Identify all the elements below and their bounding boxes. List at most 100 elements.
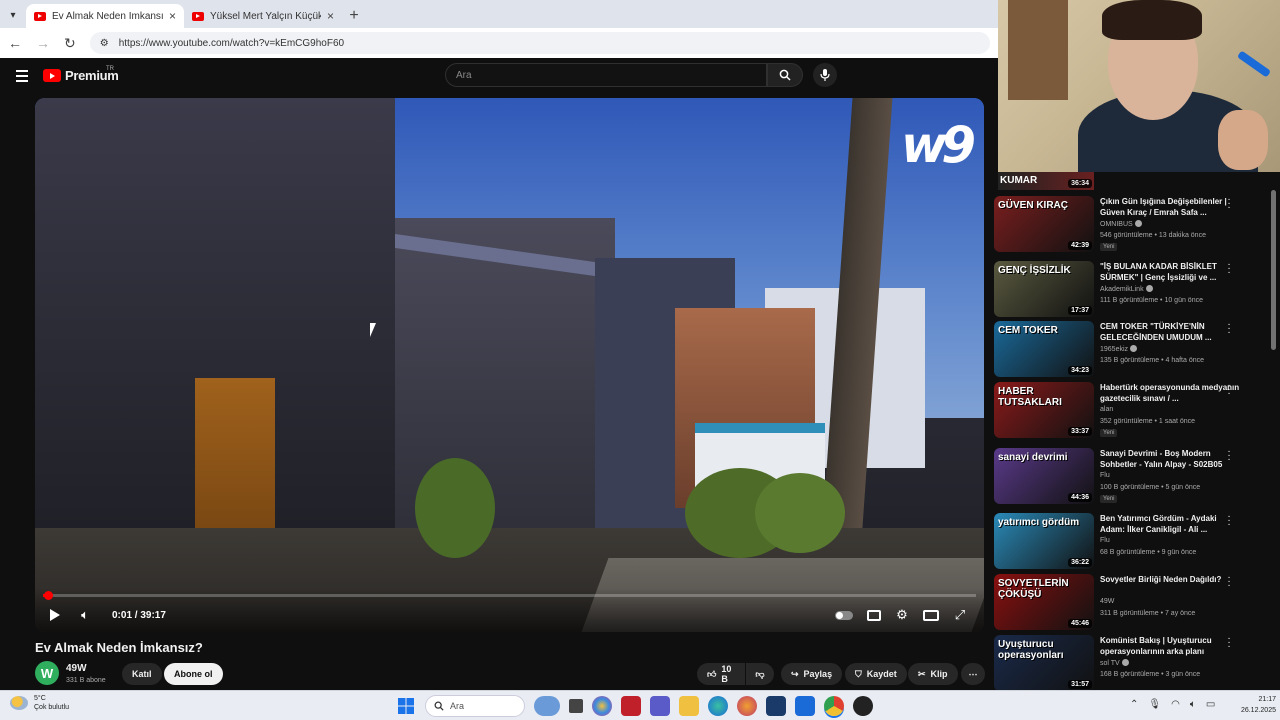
chrome-icon[interactable]	[824, 696, 844, 716]
recommendation-thumbnail[interactable]: GENÇ İŞSİZLİK 17:37	[994, 261, 1094, 317]
taskbar-search[interactable]: Ara	[425, 695, 525, 717]
thumbnail-text: KUMAR	[1000, 175, 1038, 186]
url-field[interactable]: ⚙ https://www.youtube.com/watch?v=kEmCG9…	[89, 32, 990, 54]
like-button[interactable]: 👍︎ 10 B	[697, 663, 745, 685]
copilot-icon[interactable]	[592, 696, 612, 716]
recommendation-item[interactable]: CEM TOKER 34:23 CEM TOKER "TÜRKİYE'NİN GEL…	[994, 320, 1276, 381]
share-button[interactable]: ↪ Paylaş	[781, 663, 843, 685]
recommendation-channel[interactable]: alan	[1100, 406, 1113, 413]
new-tab-button[interactable]: +	[342, 7, 366, 28]
menu-icon[interactable]	[16, 70, 28, 85]
chevron-up-icon[interactable]: ⌃	[1130, 699, 1138, 710]
sidebar-scrollbar[interactable]	[1271, 190, 1276, 350]
clip-button[interactable]: ✂ Klip	[908, 663, 958, 685]
recommendation-thumbnail[interactable]: GÜVEN KIRAÇ 42:39	[994, 196, 1094, 252]
recommendation-channel[interactable]: Flu	[1100, 537, 1110, 544]
recommendation-title[interactable]: Habertürk operasyonunda medyanın gazetec…	[1100, 382, 1240, 404]
recommendation-title[interactable]: Sanayi Devrimi - Boş Modern Sohbetler - …	[1100, 448, 1240, 470]
save-button[interactable]: ⛉ Kaydet	[845, 663, 907, 685]
recommendation-title[interactable]: Komünist Bakış | Uyuşturucu operasyonlar…	[1100, 635, 1240, 657]
recommendation-title[interactable]: CEM TOKER "TÜRKİYE'NİN GELECEĞİNDEN UMUD…	[1100, 321, 1240, 343]
channel-name[interactable]: 49W	[66, 663, 87, 674]
search-input[interactable]: Ara	[445, 63, 767, 87]
theater-mode-button[interactable]	[921, 606, 941, 624]
more-vertical-icon[interactable]: · · ·	[1226, 573, 1232, 591]
recommendation-item[interactable]: Uyuşturucu operasyonları 31:57 Komünist Ba…	[994, 634, 1276, 695]
widgets-icon[interactable]	[534, 696, 560, 716]
recommendation-thumbnail[interactable]: yatırımcı gördüm 36:22	[994, 513, 1094, 569]
video-player[interactable]: w9 🔈︎ 0:01 / 39:17 ⚙ ⤢	[35, 98, 984, 632]
more-vertical-icon[interactable]: · · ·	[1226, 512, 1232, 530]
tab-search-button[interactable]: ▾	[0, 2, 26, 28]
join-button[interactable]: Katıl	[122, 663, 162, 685]
recommendation-item[interactable]: sanayi devrimi 44:36 Sanayi Devrimi - Boş …	[994, 447, 1276, 508]
recommendation-title[interactable]: Ben Yatırımcı Gördüm - Aydaki Adam: İlke…	[1100, 513, 1240, 535]
recommendation-item[interactable]: GÜVEN KIRAÇ 42:39 Çıkın Gün Işığına Değişe…	[994, 195, 1276, 256]
recommendation-title[interactable]: Çıkın Gün Işığına Değişebilenler | Güven…	[1100, 196, 1240, 218]
tab-active[interactable]: Ev Almak Neden İmkansız? - Yo ×	[26, 4, 184, 28]
youtube-logo[interactable]: Premium TR	[43, 66, 119, 83]
settings-button[interactable]: ⚙	[892, 606, 912, 624]
start-button[interactable]	[396, 696, 416, 716]
recommendation-channel[interactable]: Flu	[1100, 472, 1110, 479]
reload-icon[interactable]: ↻	[64, 35, 76, 52]
pdf-app-icon[interactable]	[621, 696, 641, 716]
chatgpt-icon[interactable]	[853, 696, 873, 716]
wifi-icon[interactable]: ◠	[1171, 699, 1180, 710]
tab-close-icon[interactable]: ×	[169, 9, 176, 23]
teams-icon[interactable]	[650, 696, 670, 716]
outlook-icon[interactable]	[795, 696, 815, 716]
site-info-icon[interactable]: ⚙	[100, 38, 109, 49]
recommendation-item[interactable]: SOVYETLERİN ÇÖKÜŞÜ 45:46 Sovyetler Birliği…	[994, 573, 1276, 634]
recommendation-thumbnail[interactable]: Uyuşturucu operasyonları 31:57	[994, 635, 1094, 691]
recommendation-thumbnail-partial[interactable]: KUMAR 36:34	[998, 172, 1094, 190]
clock[interactable]: 21:17 26.12.2025	[1230, 694, 1276, 716]
volume-button[interactable]: 🔈︎	[75, 606, 95, 624]
recommendation-thumbnail[interactable]: sanayi devrimi 44:36	[994, 448, 1094, 504]
autoplay-toggle[interactable]	[834, 606, 854, 624]
recommendation-title[interactable]: "İŞ BULANA KADAR BİSİKLET SÜRMEK" | Genç…	[1100, 261, 1240, 283]
recommendation-item[interactable]: yatırımcı gördüm 36:22 Ben Yatırımcı Gördü…	[994, 512, 1276, 573]
recommendation-thumbnail[interactable]: CEM TOKER 34:23	[994, 321, 1094, 377]
microphone-icon[interactable]: 🎙︎	[1148, 699, 1161, 710]
recommendation-channel[interactable]: 49W	[1100, 598, 1114, 605]
subscribe-button[interactable]: Abone ol	[164, 663, 223, 685]
more-vertical-icon[interactable]: · · ·	[1226, 381, 1232, 399]
more-vertical-icon[interactable]: · · ·	[1226, 260, 1232, 278]
weather-widget[interactable]: 5°C Çok bulutlu	[10, 694, 69, 712]
recommendation-title[interactable]: Sovyetler Birliği Neden Dağıldı?	[1100, 574, 1240, 585]
fullscreen-button[interactable]: ⤢	[950, 606, 970, 624]
volume-icon[interactable]: 🔈︎	[1190, 699, 1196, 710]
recommendation-channel[interactable]: sol TV	[1100, 659, 1129, 667]
dislike-button[interactable]: 👎︎	[746, 663, 774, 685]
edge-icon[interactable]	[708, 696, 728, 716]
more-vertical-icon[interactable]: · · ·	[1226, 634, 1232, 652]
progress-bar[interactable]	[43, 591, 976, 600]
photoshop-icon[interactable]	[766, 696, 786, 716]
back-icon[interactable]: ←	[8, 35, 22, 51]
more-actions-button[interactable]: ⋯	[961, 663, 985, 685]
recommendation-channel[interactable]: AkademikLink	[1100, 285, 1153, 293]
search-button[interactable]	[767, 63, 803, 87]
tab-inactive[interactable]: Yüksel Mert Yalçın Küçük Türk ×	[184, 4, 342, 28]
tab-close-icon[interactable]: ×	[327, 9, 334, 23]
file-explorer-icon[interactable]	[679, 696, 699, 716]
recommendation-channel[interactable]: 1965ekiz	[1100, 345, 1138, 353]
more-vertical-icon[interactable]: · · ·	[1226, 320, 1232, 338]
progress-scrubber[interactable]	[43, 591, 53, 600]
recommendation-item[interactable]: HABER TUTSAKLARI 33:37 Habertürk operasyon…	[994, 381, 1276, 442]
recommendation-thumbnail[interactable]: HABER TUTSAKLARI 33:37	[994, 382, 1094, 438]
task-view-icon[interactable]	[569, 699, 583, 713]
more-vertical-icon[interactable]: · · ·	[1226, 447, 1232, 465]
channel-avatar[interactable]: W	[35, 661, 59, 685]
battery-icon[interactable]: ▭	[1206, 699, 1215, 710]
forward-icon[interactable]: →	[36, 35, 50, 51]
play-button[interactable]	[45, 606, 65, 624]
recommendation-thumbnail[interactable]: SOVYETLERİN ÇÖKÜŞÜ 45:46	[994, 574, 1094, 630]
recommendation-item[interactable]: GENÇ İŞSİZLİK 17:37 "İŞ BULANA KADAR BİSİK…	[994, 260, 1276, 321]
firefox-icon[interactable]	[737, 696, 757, 716]
more-vertical-icon[interactable]: · · ·	[1226, 195, 1232, 213]
recommendation-channel[interactable]: OMNIBUS	[1100, 220, 1142, 228]
subtitles-button[interactable]	[864, 606, 884, 624]
voice-search-button[interactable]	[813, 63, 837, 87]
